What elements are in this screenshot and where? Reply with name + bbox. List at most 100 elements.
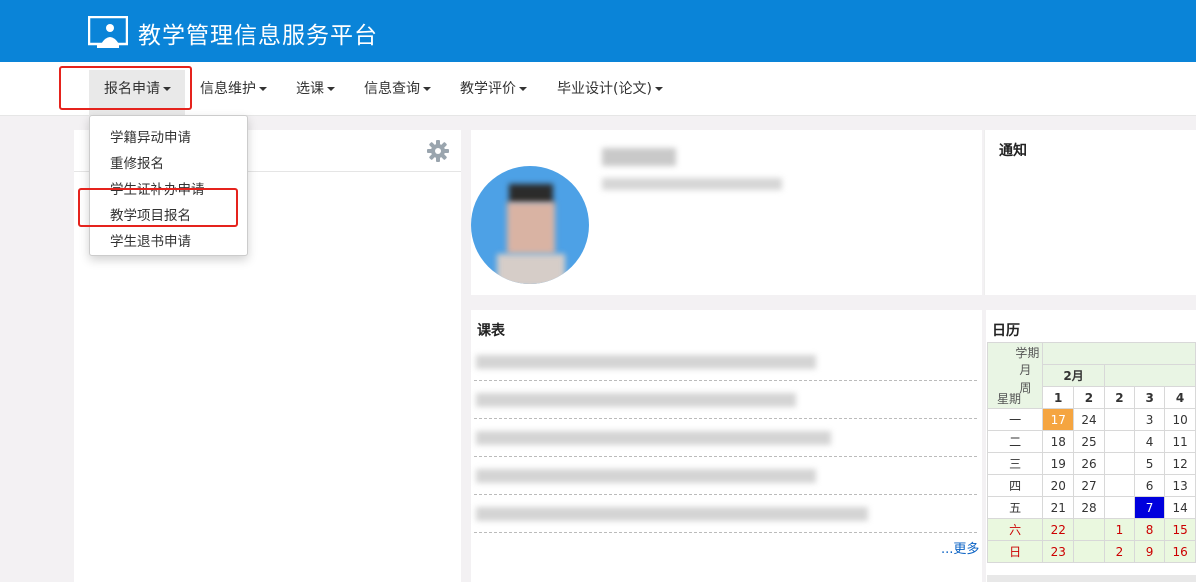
calendar-day[interactable]: 9 bbox=[1134, 540, 1166, 563]
calendar-day[interactable]: 3 bbox=[1134, 408, 1166, 431]
calendar-day[interactable]: 10 bbox=[1164, 408, 1196, 431]
calendar-day[interactable] bbox=[1103, 430, 1136, 453]
schedule-title: 课表 bbox=[477, 323, 505, 339]
calendar-day[interactable]: 4 bbox=[1134, 430, 1166, 453]
nav-label: 报名申请 bbox=[104, 81, 160, 97]
calendar-weekday-label: 星期 bbox=[997, 392, 1022, 406]
nav-graduation-design[interactable]: 毕业设计(论文) bbox=[557, 78, 663, 98]
schedule-row[interactable] bbox=[474, 343, 977, 381]
nav-label: 信息维护 bbox=[200, 81, 256, 97]
calendar-day[interactable]: 19 bbox=[1042, 452, 1075, 475]
schedule-row[interactable] bbox=[474, 457, 977, 495]
calendar-week-label: 周 bbox=[1019, 381, 1032, 395]
calendar-day[interactable]: 13 bbox=[1164, 474, 1196, 497]
calendar-day[interactable]: 28 bbox=[1073, 496, 1105, 519]
calendar-month: 2月 bbox=[1042, 364, 1105, 387]
schedule-row[interactable] bbox=[474, 381, 977, 419]
calendar-weekday: 日 bbox=[986, 540, 1044, 563]
calendar-day[interactable]: 25 bbox=[1073, 430, 1105, 453]
nav-label: 信息查询 bbox=[364, 81, 420, 97]
calendar-weekday: 六 bbox=[986, 518, 1044, 541]
calendar-day[interactable] bbox=[1073, 540, 1105, 563]
calendar-day[interactable]: 23 bbox=[1042, 540, 1075, 563]
calendar-week-number: 3 bbox=[1134, 386, 1166, 409]
calendar-day[interactable]: 2 bbox=[1103, 540, 1136, 563]
schedule-row[interactable] bbox=[474, 495, 977, 533]
calendar-weekday: 三 bbox=[986, 452, 1044, 475]
calendar-day[interactable]: 8 bbox=[1134, 518, 1166, 541]
caret-down-icon bbox=[654, 87, 663, 91]
caret-down-icon bbox=[327, 87, 335, 91]
calendar-day[interactable] bbox=[1103, 496, 1136, 519]
presentation-screen-icon bbox=[88, 16, 128, 48]
profile-info-redacted bbox=[602, 178, 782, 190]
registration-dropdown-menu: 学籍异动申请 重修报名 学生证补办申请 教学项目报名 学生退书申请 bbox=[89, 115, 248, 256]
calendar-weekday: 五 bbox=[986, 496, 1044, 519]
calendar-weekday: 一 bbox=[986, 408, 1044, 431]
nav-course-selection[interactable]: 选课 bbox=[296, 78, 335, 98]
site-title: 教学管理信息服务平台 bbox=[138, 23, 378, 49]
schedule-more-link[interactable]: ...更多 bbox=[941, 538, 979, 557]
avatar[interactable] bbox=[471, 166, 589, 284]
calendar-table: 学期 月 周 星期 2月 1 2 2 3 4 一 17 24 3 10 二 18… bbox=[986, 342, 1196, 563]
calendar-day[interactable]: 20 bbox=[1042, 474, 1075, 497]
calendar-day[interactable]: 26 bbox=[1073, 452, 1105, 475]
profile-panel bbox=[471, 130, 982, 295]
caret-down-icon bbox=[519, 87, 527, 91]
nav-label: 教学评价 bbox=[460, 81, 516, 97]
calendar-week-number: 2 bbox=[1073, 386, 1105, 409]
calendar-day[interactable]: 27 bbox=[1073, 474, 1105, 497]
notice-title: 通知 bbox=[999, 143, 1027, 159]
menu-item-retake-registration[interactable]: 重修报名 bbox=[110, 152, 164, 172]
calendar-day[interactable]: 6 bbox=[1134, 474, 1166, 497]
calendar-day[interactable]: 12 bbox=[1164, 452, 1196, 475]
calendar-panel: 日历 学期 月 周 星期 2月 1 2 2 3 4 一 17 24 3 10 二… bbox=[986, 310, 1196, 582]
calendar-day[interactable]: 18 bbox=[1042, 430, 1075, 453]
calendar-day[interactable] bbox=[1103, 408, 1136, 431]
calendar-day[interactable] bbox=[1103, 474, 1136, 497]
calendar-corner-header: 学期 月 周 星期 bbox=[986, 342, 1044, 409]
calendar-title: 日历 bbox=[992, 323, 1020, 339]
nav-label: 毕业设计(论文) bbox=[557, 81, 652, 97]
calendar-day[interactable]: 15 bbox=[1164, 518, 1196, 541]
schedule-row[interactable] bbox=[474, 419, 977, 457]
nav-registration-apply[interactable]: 报名申请 bbox=[104, 78, 171, 98]
calendar-day-selected[interactable]: 7 bbox=[1134, 496, 1166, 519]
caret-down-icon bbox=[423, 87, 431, 91]
main-navbar: 报名申请 信息维护 选课 信息查询 教学评价 毕业设计(论文) bbox=[0, 62, 1196, 116]
calendar-day[interactable]: 11 bbox=[1164, 430, 1196, 453]
notice-panel: 通知 bbox=[984, 130, 1196, 295]
calendar-day[interactable]: 1 bbox=[1103, 518, 1136, 541]
calendar-week-number: 2 bbox=[1103, 386, 1136, 409]
calendar-day-today[interactable]: 17 bbox=[1042, 408, 1075, 431]
calendar-month-label: 月 bbox=[1019, 363, 1032, 377]
top-header: 教学管理信息服务平台 bbox=[0, 0, 1196, 62]
menu-item-student-card-reissue[interactable]: 学生证补办申请 bbox=[110, 178, 205, 198]
nav-teaching-evaluation[interactable]: 教学评价 bbox=[460, 78, 527, 98]
nav-info-maintenance[interactable]: 信息维护 bbox=[200, 78, 267, 98]
calendar-day[interactable]: 16 bbox=[1164, 540, 1196, 563]
gear-icon[interactable] bbox=[426, 139, 450, 163]
menu-item-book-return[interactable]: 学生退书申请 bbox=[110, 230, 191, 250]
caret-down-icon bbox=[163, 87, 171, 91]
schedule-panel: 课表 ...更多 bbox=[471, 310, 982, 582]
caret-down-icon bbox=[259, 87, 267, 91]
calendar-horizontal-scrollbar[interactable] bbox=[987, 575, 1196, 582]
calendar-day[interactable] bbox=[1073, 518, 1105, 541]
calendar-week-number: 4 bbox=[1164, 386, 1196, 409]
profile-name-redacted bbox=[602, 148, 676, 166]
calendar-day[interactable]: 22 bbox=[1042, 518, 1075, 541]
calendar-day[interactable]: 5 bbox=[1134, 452, 1166, 475]
calendar-day[interactable]: 24 bbox=[1073, 408, 1105, 431]
calendar-day[interactable]: 14 bbox=[1164, 496, 1196, 519]
menu-item-status-change[interactable]: 学籍异动申请 bbox=[110, 126, 191, 146]
calendar-week-number: 1 bbox=[1042, 386, 1075, 409]
calendar-weekday: 二 bbox=[986, 430, 1044, 453]
nav-info-query[interactable]: 信息查询 bbox=[364, 78, 431, 98]
menu-item-teaching-project-registration[interactable]: 教学项目报名 bbox=[110, 204, 191, 224]
calendar-day[interactable] bbox=[1103, 452, 1136, 475]
calendar-day[interactable]: 21 bbox=[1042, 496, 1075, 519]
nav-label: 选课 bbox=[296, 81, 324, 97]
calendar-weekday: 四 bbox=[986, 474, 1044, 497]
calendar-term-label: 学期 bbox=[1015, 346, 1040, 360]
